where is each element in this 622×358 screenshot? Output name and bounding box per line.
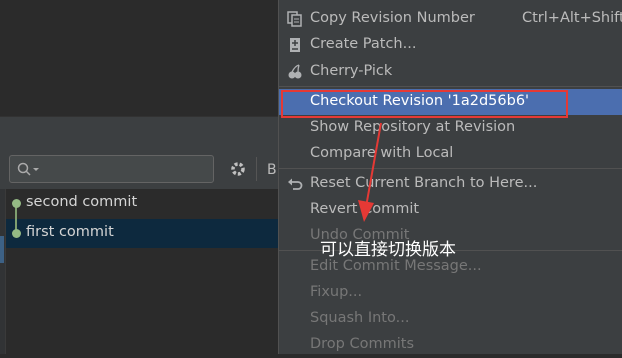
annotation-arrow (358, 122, 382, 222)
annotation-text: 可以直接切换版本 (320, 240, 456, 260)
